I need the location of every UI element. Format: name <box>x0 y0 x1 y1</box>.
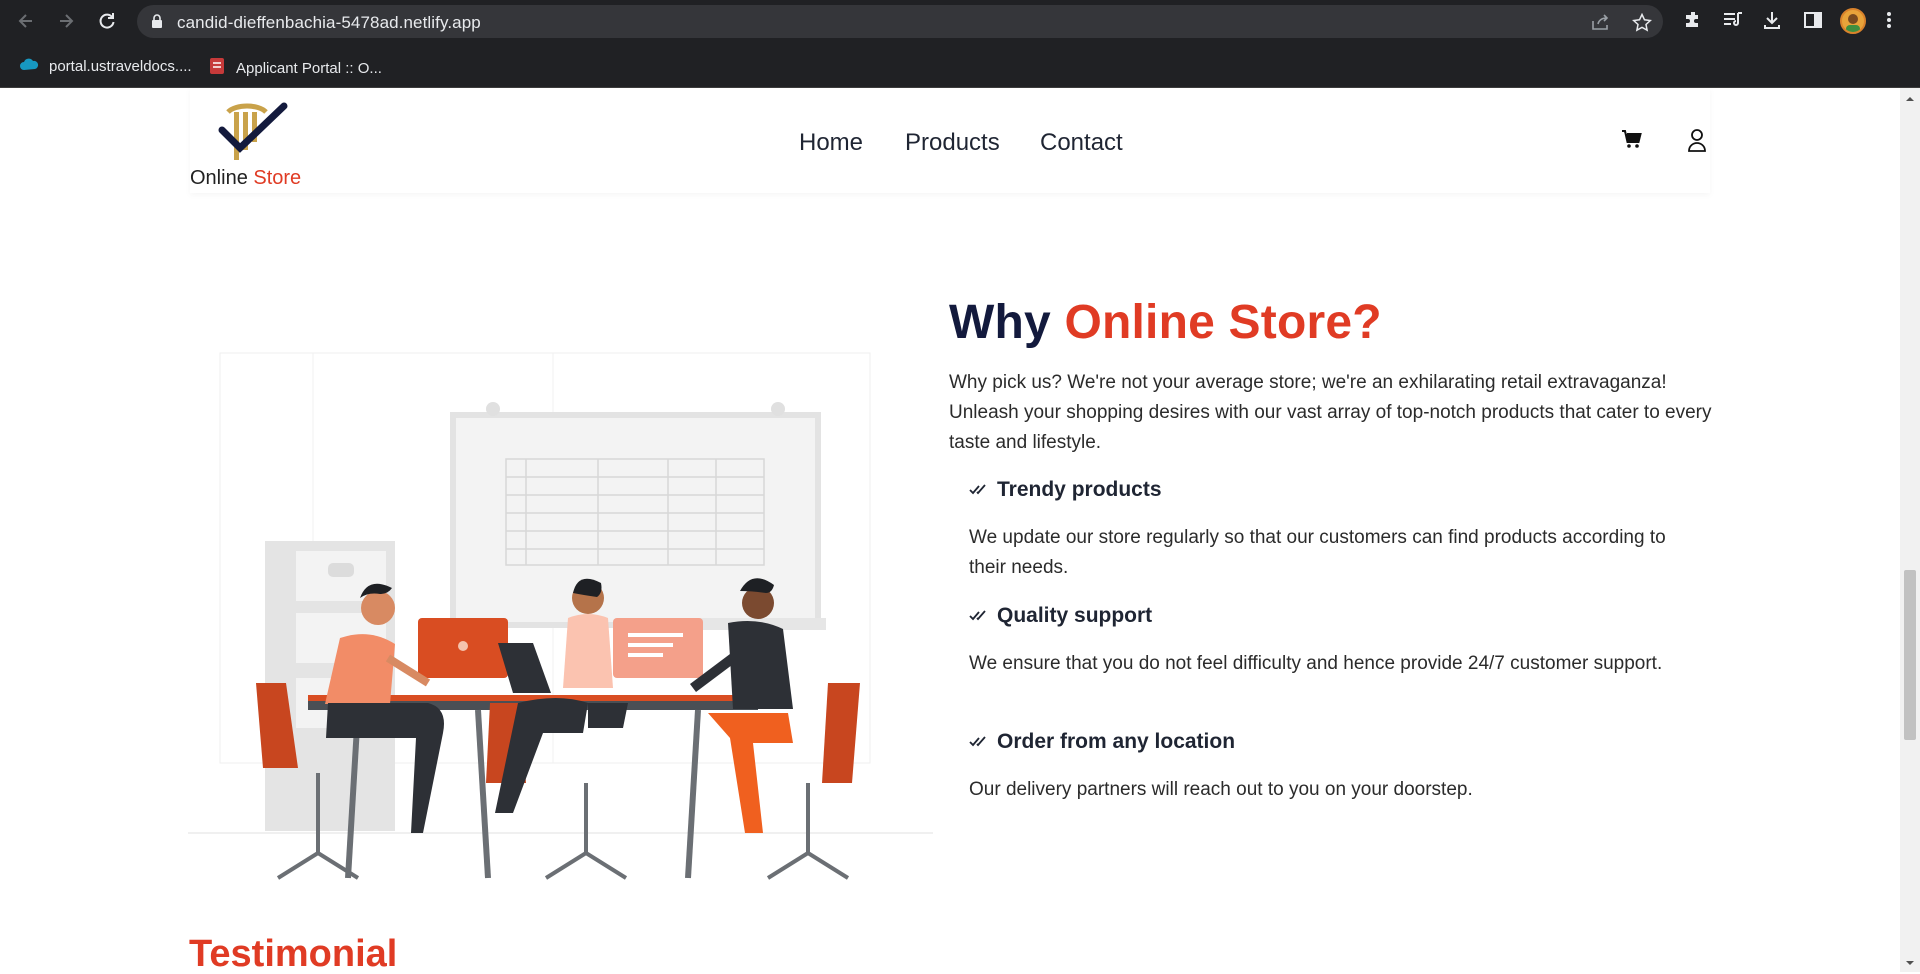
share-icon[interactable] <box>1591 13 1611 36</box>
bookmark-item[interactable]: Applicant Portal :: O... <box>208 57 382 79</box>
browser-menu-icon[interactable] <box>1886 10 1892 35</box>
why-intro: Why pick us? We're not your average stor… <box>949 372 1712 453</box>
back-icon[interactable] <box>12 7 40 35</box>
browser-toolbar: candid-dieffenbachia-5478ad.netlify.app <box>0 0 1920 43</box>
web-page: Online Store Home Products Contact Why O… <box>0 88 1920 972</box>
why-heading: Why Online Store? <box>949 295 1382 350</box>
reload-icon[interactable] <box>93 7 121 35</box>
brand-main: Online <box>190 167 248 189</box>
bookmark-label: portal.ustraveldocs.... <box>49 57 192 75</box>
extensions-icon[interactable] <box>1683 10 1703 35</box>
brand-accent: Store <box>253 167 302 189</box>
scroll-down-icon[interactable] <box>1904 956 1916 968</box>
user-icon[interactable] <box>1687 128 1707 157</box>
heading-part-2: Online Store? <box>1064 296 1382 349</box>
double-check-icon <box>969 730 987 754</box>
bookmarks-bar: portal.ustraveldocs.... Applicant Portal… <box>0 43 1920 88</box>
feature-title: Quality support <box>969 604 1152 628</box>
nav-home-link[interactable]: Home <box>799 129 863 157</box>
nav-products-link[interactable]: Products <box>905 129 1000 157</box>
testimonial-heading: Testimonial <box>189 933 398 972</box>
portal-favicon-icon <box>208 57 226 79</box>
nav-contact-link[interactable]: Contact <box>1040 129 1123 157</box>
download-icon[interactable] <box>1762 10 1782 35</box>
bookmark-label: Applicant Portal :: O... <box>236 59 382 77</box>
feature-desc: Our delivery partners will reach out to … <box>969 779 1473 800</box>
bookmark-item[interactable]: portal.ustraveldocs.... <box>19 57 192 75</box>
logo-icon <box>218 102 288 160</box>
profile-avatar[interactable] <box>1840 8 1866 34</box>
cloud-icon <box>19 57 39 75</box>
feature-desc: We ensure that you do not feel difficult… <box>969 653 1663 674</box>
url-text: candid-dieffenbachia-5478ad.netlify.app <box>177 13 481 32</box>
lock-icon <box>151 14 163 34</box>
reading-list-icon[interactable] <box>1722 10 1744 35</box>
bookmark-star-icon[interactable] <box>1632 12 1652 37</box>
team-illustration <box>188 263 933 888</box>
feature-title-text: Trendy products <box>997 478 1162 501</box>
address-bar[interactable]: candid-dieffenbachia-5478ad.netlify.app <box>137 5 1663 38</box>
brand-name[interactable]: Online Store <box>190 167 301 190</box>
feature-title-text: Order from any location <box>997 730 1236 753</box>
feature-title: Order from any location <box>969 730 1235 754</box>
forward-icon[interactable] <box>52 7 80 35</box>
double-check-icon <box>969 604 987 628</box>
scrollbar-thumb[interactable] <box>1904 570 1916 740</box>
scroll-up-icon[interactable] <box>1904 92 1916 104</box>
brand-logo[interactable] <box>190 100 310 171</box>
feature-title: Trendy products <box>969 478 1162 502</box>
side-panel-icon[interactable] <box>1803 10 1823 35</box>
cart-icon[interactable] <box>1621 128 1643 155</box>
page-scrollbar[interactable] <box>1900 88 1920 972</box>
heading-part-1: Why <box>949 296 1051 349</box>
feature-title-text: Quality support <box>997 604 1153 627</box>
double-check-icon <box>969 478 987 502</box>
feature-desc: We update our store regularly so that ou… <box>969 527 1666 578</box>
